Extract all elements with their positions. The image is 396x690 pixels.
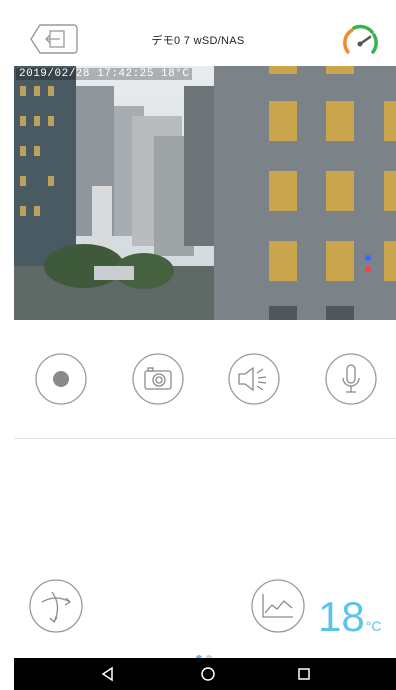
video-frame [14,66,396,320]
home-circle-icon[interactable] [200,666,216,682]
microphone-button[interactable] [324,352,378,406]
signal-gauge-icon[interactable] [340,22,380,62]
temperature-unit: °C [365,618,382,634]
temperature-value: 18 [318,593,365,640]
record-icon [53,371,69,387]
live-video-feed[interactable]: 2019/02/28 17:42:25 18°C [14,66,396,320]
line-chart-icon [262,594,293,618]
back-triangle-icon[interactable] [100,666,116,682]
top-bar: デモ0 7 wSD/NAS [0,0,396,66]
camera-icon [144,367,172,390]
pan-tilt-icon [41,591,72,624]
temperature-readout: 18°C [318,596,381,647]
control-bar [0,320,396,438]
section-divider [14,438,396,439]
camera-title: デモ0 7 wSD/NAS [151,35,245,47]
recents-square-icon[interactable] [296,666,312,682]
microphone-icon [342,364,360,393]
video-timestamp: 2019/02/28 17:42:25 18°C [16,68,193,80]
system-navigation-bar [14,658,396,690]
record-button[interactable] [34,352,88,406]
speaker-button[interactable] [227,352,281,406]
ptz-control-button[interactable] [28,578,84,634]
speaker-icon [238,366,267,392]
temperature-history-button[interactable] [250,578,306,634]
snapshot-button[interactable] [131,352,185,406]
